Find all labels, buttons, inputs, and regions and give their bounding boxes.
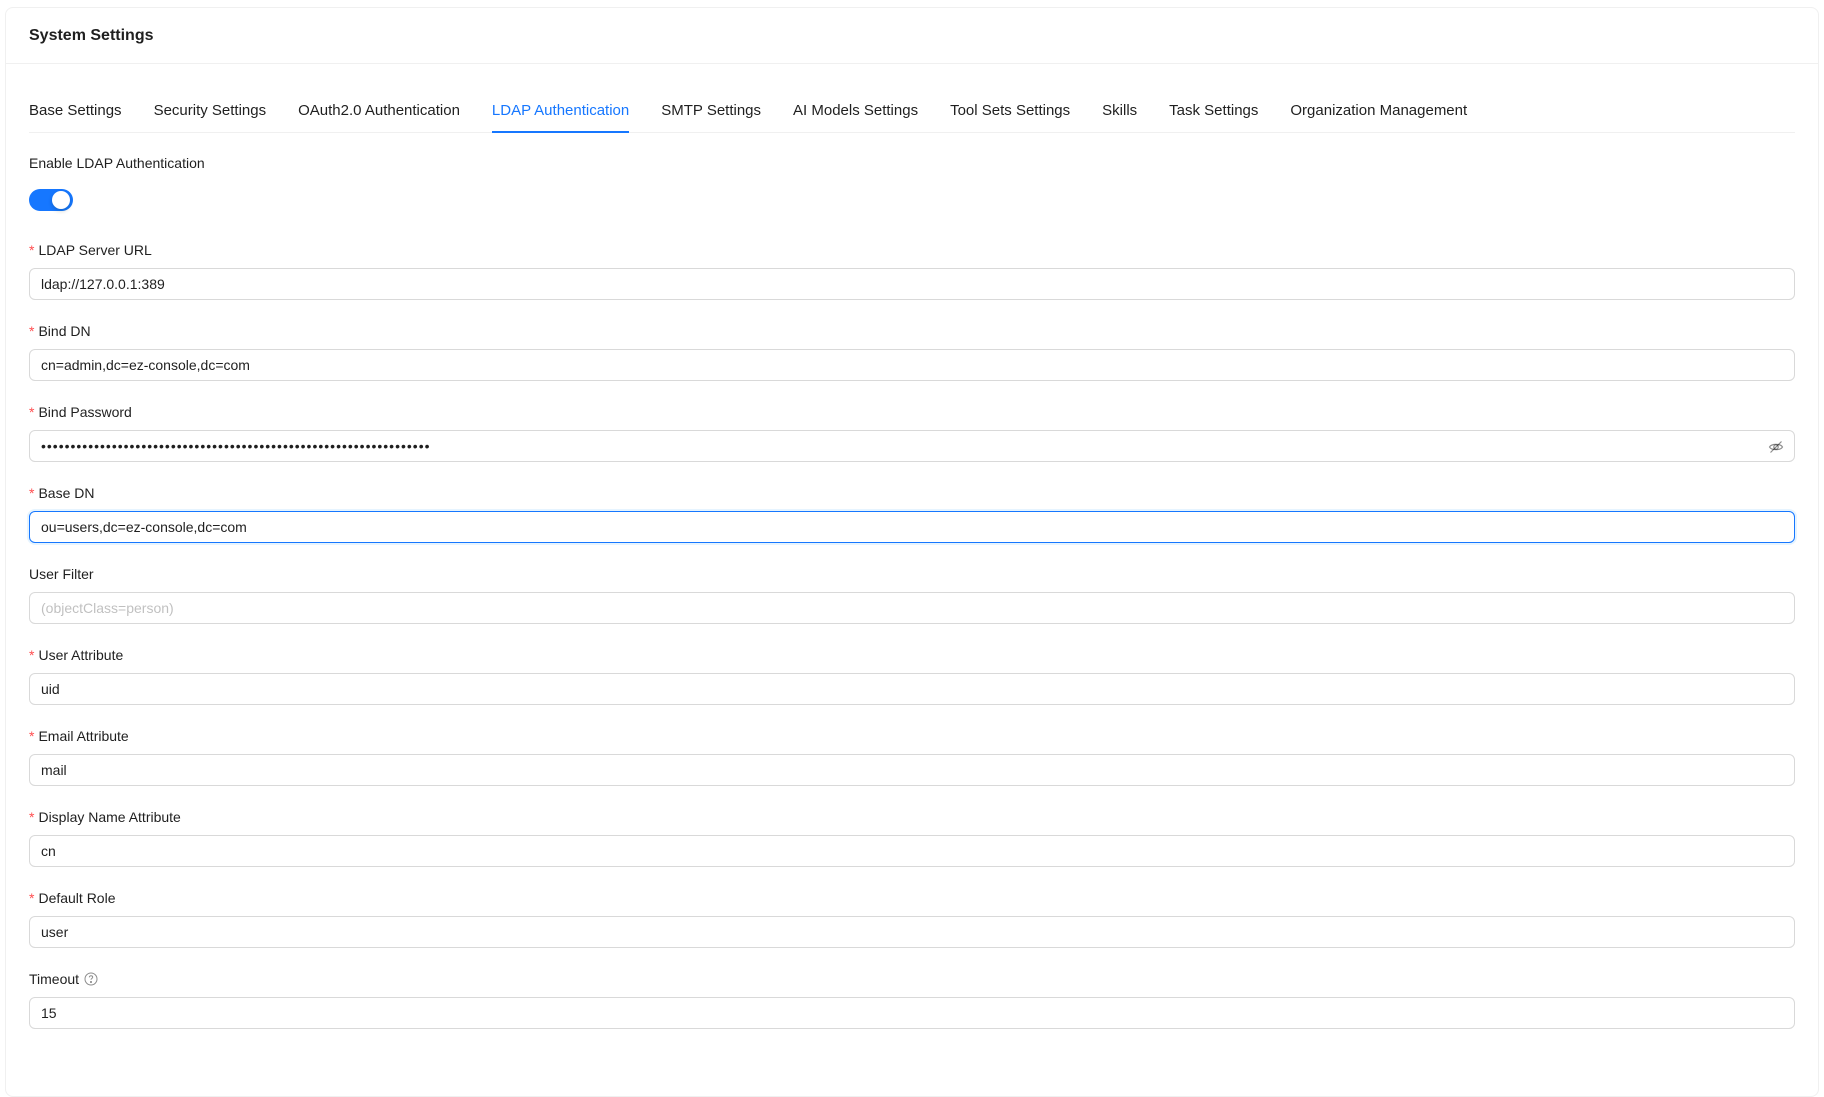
user-filter-input[interactable] [29, 592, 1795, 624]
required-mark: * [29, 890, 35, 906]
bind-dn-label: * Bind DN [29, 320, 1795, 342]
settings-tabs: Base Settings Security Settings OAuth2.0… [29, 64, 1795, 133]
email-attribute-value: mail [41, 762, 67, 778]
tab-tool-sets-settings[interactable]: Tool Sets Settings [950, 102, 1070, 132]
user-attribute-field: * User Attribute uid [29, 644, 1795, 705]
required-mark: * [29, 728, 35, 744]
default-role-value: user [41, 924, 69, 940]
ldap-form: Enable LDAP Authentication * LDAP Server… [29, 152, 1795, 1029]
display-name-attribute-input[interactable]: cn [29, 835, 1795, 867]
base-dn-input[interactable]: ou=users,dc=ez-console,dc=com [29, 511, 1795, 543]
base-dn-label-text: Base DN [38, 485, 95, 501]
server-url-field: * LDAP Server URL ldap://127.0.0.1:389 [29, 239, 1795, 300]
server-url-value: ldap://127.0.0.1:389 [41, 276, 165, 292]
eye-invisible-icon[interactable] [1768, 439, 1784, 455]
timeout-label: Timeout [29, 968, 1795, 990]
bind-password-label-text: Bind Password [38, 404, 132, 420]
timeout-field: Timeout 15 [29, 968, 1795, 1029]
enable-ldap-label-text: Enable LDAP Authentication [29, 155, 205, 171]
display-name-attribute-value: cn [41, 843, 56, 859]
user-attribute-input[interactable]: uid [29, 673, 1795, 705]
timeout-input[interactable]: 15 [29, 997, 1795, 1029]
default-role-label: * Default Role [29, 887, 1795, 909]
required-mark: * [29, 242, 35, 258]
tab-oauth2-authentication[interactable]: OAuth2.0 Authentication [298, 102, 460, 132]
enable-ldap-field: Enable LDAP Authentication [29, 152, 1795, 211]
user-filter-label-text: User Filter [29, 566, 94, 582]
enable-ldap-label: Enable LDAP Authentication [29, 152, 1795, 174]
tab-ldap-authentication[interactable]: LDAP Authentication [491, 102, 630, 133]
base-dn-label: * Base DN [29, 482, 1795, 504]
question-circle-icon[interactable] [84, 972, 98, 986]
default-role-input[interactable]: user [29, 916, 1795, 948]
user-filter-field: User Filter [29, 563, 1795, 624]
page-title: System Settings [29, 26, 154, 44]
display-name-attribute-field: * Display Name Attribute cn [29, 806, 1795, 867]
bind-dn-input[interactable]: cn=admin,dc=ez-console,dc=com [29, 349, 1795, 381]
required-mark: * [29, 404, 35, 420]
required-mark: * [29, 809, 35, 825]
tab-organization-management[interactable]: Organization Management [1290, 102, 1467, 132]
bind-password-label: * Bind Password [29, 401, 1795, 423]
user-attribute-label-text: User Attribute [38, 647, 124, 663]
bind-dn-field: * Bind DN cn=admin,dc=ez-console,dc=com [29, 320, 1795, 381]
timeout-value: 15 [41, 1005, 57, 1021]
tab-skills[interactable]: Skills [1102, 102, 1137, 132]
required-mark: * [29, 323, 35, 339]
email-attribute-label-text: Email Attribute [38, 728, 129, 744]
user-attribute-value: uid [41, 681, 60, 697]
bind-dn-value: cn=admin,dc=ez-console,dc=com [41, 357, 250, 373]
user-filter-label: User Filter [29, 563, 1795, 585]
base-dn-field: * Base DN ou=users,dc=ez-console,dc=com [29, 482, 1795, 543]
required-mark: * [29, 647, 35, 663]
base-dn-value: ou=users,dc=ez-console,dc=com [41, 519, 247, 535]
required-mark: * [29, 485, 35, 501]
bind-password-field: * Bind Password ••••••••••••••••••••••••… [29, 401, 1795, 462]
enable-ldap-switch[interactable] [29, 189, 73, 211]
display-name-attribute-label: * Display Name Attribute [29, 806, 1795, 828]
server-url-label: * LDAP Server URL [29, 239, 1795, 261]
switch-knob [52, 191, 70, 209]
bind-password-value: ••••••••••••••••••••••••••••••••••••••••… [41, 438, 431, 454]
user-attribute-label: * User Attribute [29, 644, 1795, 666]
tab-smtp-settings[interactable]: SMTP Settings [661, 102, 761, 132]
bind-dn-label-text: Bind DN [38, 323, 91, 339]
tab-task-settings[interactable]: Task Settings [1169, 102, 1258, 132]
default-role-field: * Default Role user [29, 887, 1795, 948]
display-name-attribute-label-text: Display Name Attribute [38, 809, 181, 825]
timeout-label-text: Timeout [29, 971, 80, 987]
email-attribute-field: * Email Attribute mail [29, 725, 1795, 786]
tab-security-settings[interactable]: Security Settings [154, 102, 267, 132]
card-header: System Settings [6, 8, 1818, 64]
tab-base-settings[interactable]: Base Settings [29, 102, 122, 132]
bind-password-input[interactable]: ••••••••••••••••••••••••••••••••••••••••… [29, 430, 1795, 462]
default-role-label-text: Default Role [38, 890, 116, 906]
email-attribute-input[interactable]: mail [29, 754, 1795, 786]
email-attribute-label: * Email Attribute [29, 725, 1795, 747]
server-url-input[interactable]: ldap://127.0.0.1:389 [29, 268, 1795, 300]
settings-card: System Settings Base Settings Security S… [5, 7, 1819, 1097]
server-url-label-text: LDAP Server URL [38, 242, 152, 258]
tab-ai-models-settings[interactable]: AI Models Settings [793, 102, 918, 132]
